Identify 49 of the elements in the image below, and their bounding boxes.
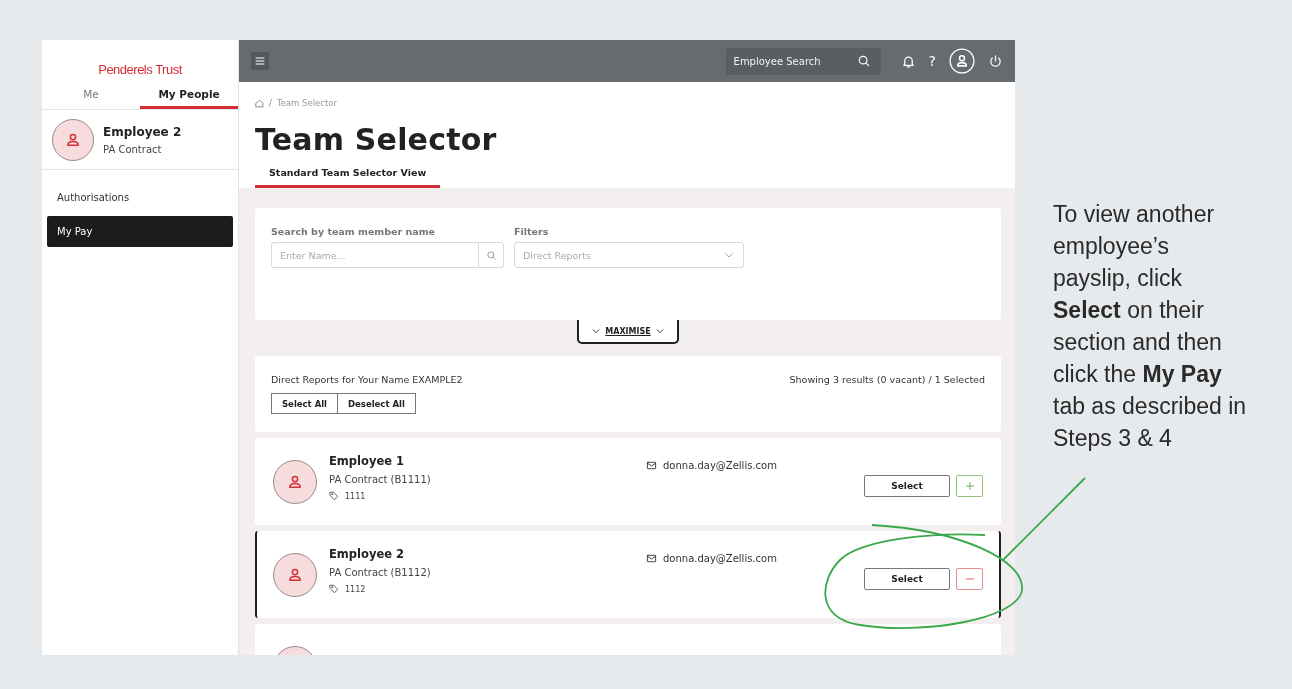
group-button[interactable]: Deselect All <box>338 393 416 414</box>
sidebar-item[interactable]: Authorisations <box>47 184 233 212</box>
help-button[interactable]: ? <box>928 53 936 69</box>
field-label: Search by team member name <box>271 226 436 237</box>
employee-email: donna.day@Zellis.com <box>663 460 777 471</box>
employee-card[interactable]: Employee 2 PA Contract (B1112) 1112 donna.day@Zellis.com Select <box>255 531 1001 618</box>
employee-contract: PA Contract (B1111) <box>329 474 432 485</box>
profile-contract: PA Contract <box>103 144 163 155</box>
tag-icon <box>329 584 339 594</box>
search-icon <box>485 249 497 261</box>
employee-name: Employee 2 <box>329 547 405 561</box>
tag-icon <box>329 491 339 501</box>
bell-icon[interactable] <box>900 53 916 69</box>
select-button[interactable]: Select <box>864 474 950 497</box>
search-button[interactable] <box>478 242 504 268</box>
menu-icon <box>254 55 266 67</box>
employee-contract: PA Contract (B1112) <box>329 567 432 578</box>
employee-name: Employee 1 <box>329 454 405 468</box>
sidebar-item[interactable]: My Pay <box>47 216 233 247</box>
menu-button[interactable] <box>251 52 269 70</box>
maximise-button[interactable]: MAXIMISE <box>577 320 679 344</box>
group-button[interactable]: Select All <box>271 393 339 414</box>
add-button[interactable] <box>956 474 983 497</box>
plus-icon <box>963 479 976 492</box>
instruction-text: To view another employee’s payslip, click Select on their section and then click the My Pay tab as described in Steps 3 & 4 <box>1053 200 1248 453</box>
select-button[interactable]: Select <box>864 567 950 590</box>
employee-search-field[interactable]: Employee Search <box>725 47 881 75</box>
mail-icon <box>646 460 657 471</box>
name-search-field[interactable]: Enter Name... <box>271 242 478 268</box>
user-icon[interactable] <box>949 48 975 74</box>
brand-logo: Penderels Trust <box>98 62 182 77</box>
mail-icon <box>646 553 657 564</box>
field-label: Filters <box>514 226 550 237</box>
employee-number: 1112 <box>345 584 366 594</box>
profile-name: Employee 2 <box>103 125 182 139</box>
chevron-down-icon <box>591 326 602 336</box>
breadcrumb-separator: / <box>269 98 272 108</box>
power-icon[interactable] <box>988 53 1003 69</box>
sidebar-tab[interactable]: Me <box>42 88 140 109</box>
page-title: Team Selector <box>255 122 498 157</box>
employee-email: donna.day@Zellis.com <box>663 553 777 564</box>
results-summary: Showing 3 results (0 vacant) / 1 Selected <box>789 374 985 385</box>
person-icon <box>64 131 82 149</box>
reports-heading: Direct Reports for Your Name EXAMPLE2 <box>271 374 463 385</box>
employee-number: 1111 <box>345 491 366 501</box>
employee-card[interactable]: Employee 1 PA Contract (B1111) 1111 donna.day@Zellis.com Select <box>255 438 1001 525</box>
remove-button[interactable] <box>956 567 983 590</box>
chevron-down-icon <box>654 326 665 336</box>
home-icon <box>255 98 264 108</box>
